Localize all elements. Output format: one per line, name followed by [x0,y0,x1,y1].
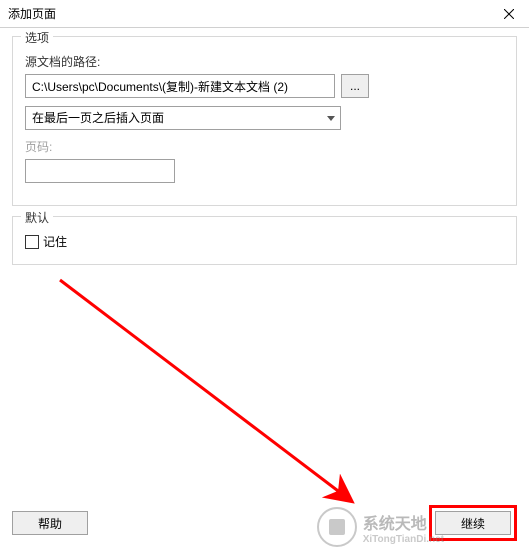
page-number-label: 页码: [25,138,504,155]
insert-position-select[interactable]: 在最后一页之后插入页面 [25,106,341,130]
continue-button[interactable]: 继续 [435,511,511,535]
dialog-content: 选项 源文档的路径: ... 在最后一页之后插入页面 页码: 默认 记住 [0,28,529,283]
source-path-input[interactable] [25,74,335,98]
page-number-input [25,159,175,183]
options-legend: 选项 [21,29,53,46]
dialog-title: 添加页面 [8,5,56,22]
dialog-button-bar: 帮助 继续 [12,505,517,541]
help-button[interactable]: 帮助 [12,511,88,535]
close-button[interactable] [489,0,529,28]
defaults-legend: 默认 [21,209,53,226]
close-icon [504,9,514,19]
options-fieldset: 选项 源文档的路径: ... 在最后一页之后插入页面 页码: [12,36,517,206]
browse-button[interactable]: ... [341,74,369,98]
defaults-fieldset: 默认 记住 [12,216,517,265]
remember-label: 记住 [43,233,67,250]
remember-checkbox[interactable] [25,235,39,249]
annotation-highlight: 继续 [429,505,517,541]
titlebar: 添加页面 [0,0,529,28]
annotation-arrow [50,270,410,530]
source-path-label: 源文档的路径: [25,53,504,70]
